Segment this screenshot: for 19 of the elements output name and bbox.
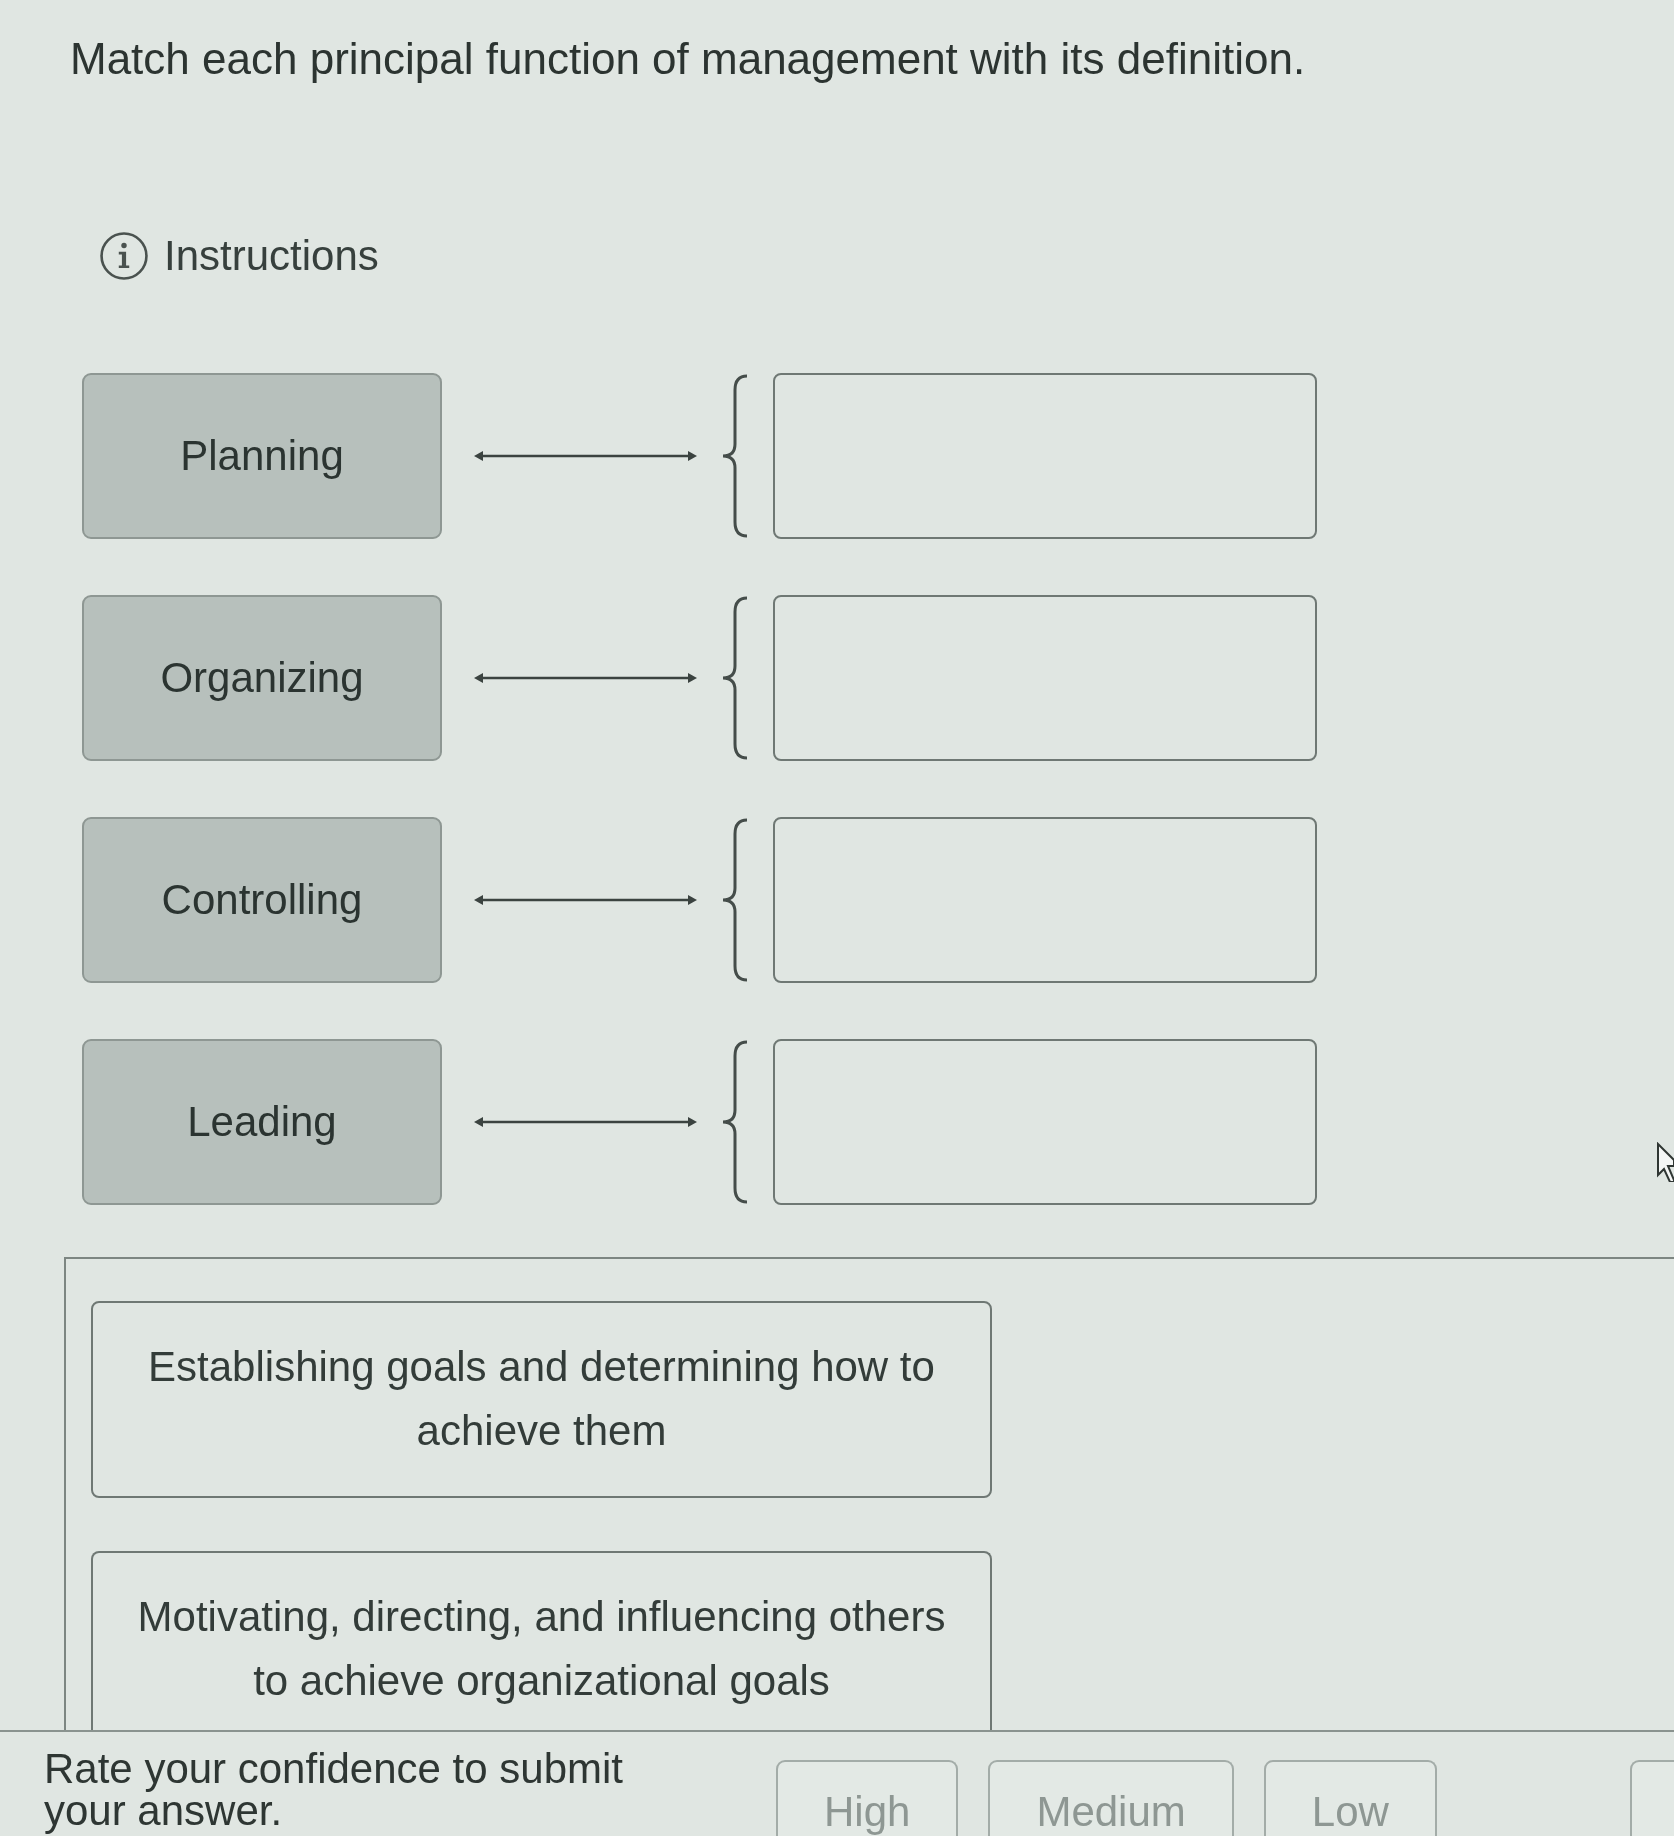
drop-zone[interactable] <box>773 817 1317 983</box>
question-prompt: Match each principal function of management with its definition. <box>70 33 1306 85</box>
drop-zone[interactable] <box>773 373 1317 539</box>
curly-brace-icon <box>720 596 750 760</box>
term-card: Controlling <box>82 817 442 983</box>
instructions-button[interactable]: Instructions <box>100 231 379 281</box>
term-card: Organizing <box>82 595 442 761</box>
drop-zone[interactable] <box>773 595 1317 761</box>
mouse-pointer-icon <box>1656 1142 1674 1182</box>
drop-zone[interactable] <box>773 1039 1317 1205</box>
definition-card[interactable]: Motivating, directing, and influencing others to achieve organizational goals <box>91 1551 992 1730</box>
confidence-prompt: Rate your confidence to submit your answer. <box>44 1744 624 1836</box>
term-card: Planning <box>82 373 442 539</box>
curly-brace-icon <box>720 818 750 982</box>
info-icon <box>100 232 148 280</box>
curly-brace-icon <box>720 1040 750 1204</box>
definition-card[interactable]: Establishing goals and determining how to achieve them <box>91 1301 992 1498</box>
term-card: Leading <box>82 1039 442 1205</box>
curly-brace-icon <box>720 374 750 538</box>
